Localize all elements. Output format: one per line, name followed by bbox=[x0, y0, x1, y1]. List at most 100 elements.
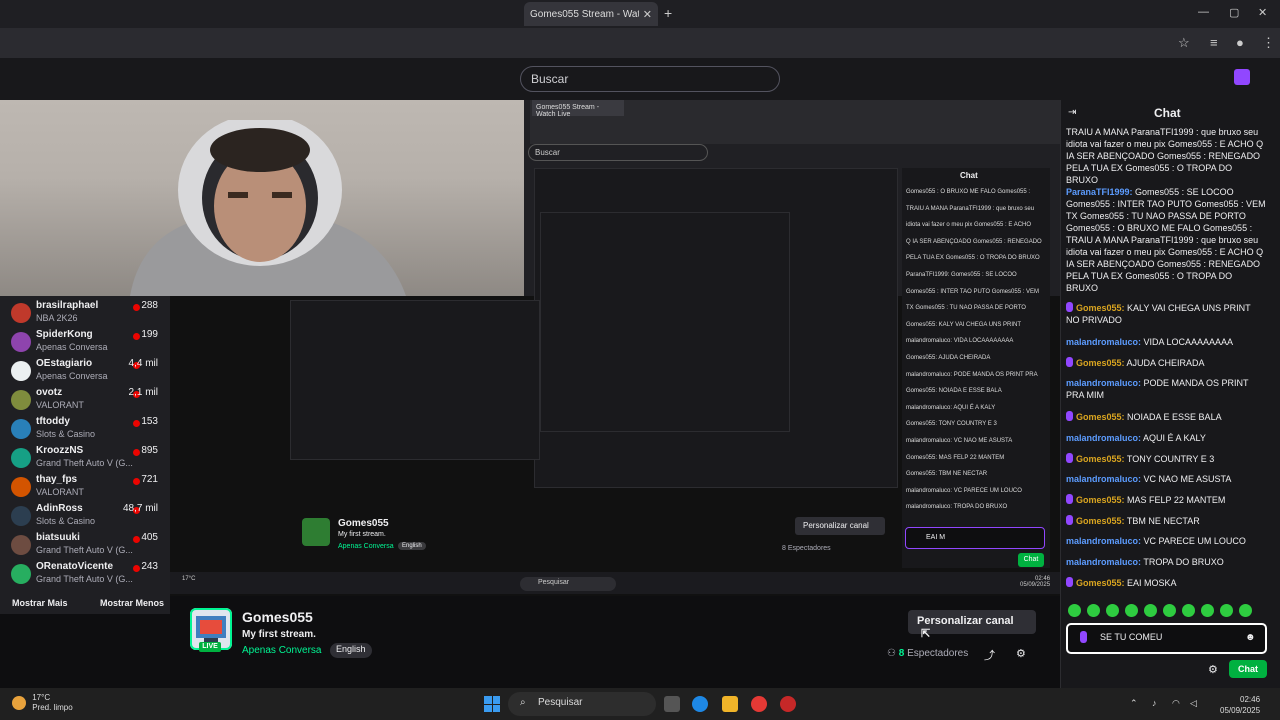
chat-username[interactable]: Gomes055: bbox=[1076, 516, 1125, 526]
sidebar-channel[interactable]: thay_fps VALORANT 721 bbox=[0, 474, 170, 502]
nested-chat-line: ParanaTFI1999: Gomes055 : SE LOCOO bbox=[906, 272, 1017, 278]
bookmark-star-icon[interactable]: ☆ bbox=[1178, 35, 1190, 51]
chat-username[interactable]: Gomes055: bbox=[1076, 303, 1125, 313]
chrome-icon[interactable] bbox=[751, 696, 767, 712]
sidebar-channel[interactable]: KroozzNS Grand Theft Auto V (G... 895 bbox=[0, 445, 170, 473]
app-icon[interactable] bbox=[780, 696, 796, 712]
chat-text: Gomes055 : SE LOCOO Gomes055 : INTER TAO… bbox=[1066, 187, 1266, 293]
clock-date: 05/09/2025 bbox=[1220, 706, 1261, 715]
search-input[interactable]: Buscar bbox=[520, 66, 780, 92]
nested-viewers: 8 Espectadores bbox=[782, 545, 831, 552]
follow-settings-icon[interactable]: ⚙ bbox=[1016, 647, 1026, 660]
chat-username[interactable]: malandromaluco: bbox=[1066, 337, 1141, 347]
chat-message: Gomes055: TONY COUNTRY E 3 bbox=[1066, 453, 1266, 465]
sidebar-channel[interactable]: OEstagiario Apenas Conversa 4,4 mil bbox=[0, 358, 170, 386]
chat-message: Gomes055: TBM NE NECTAR bbox=[1066, 515, 1266, 527]
sidebar-channel[interactable]: tftoddy Slots & Casino 153 bbox=[0, 416, 170, 444]
chat-username[interactable]: malandromaluco: bbox=[1066, 378, 1141, 388]
edge-icon[interactable] bbox=[692, 696, 708, 712]
sidebar-channel[interactable]: ORenatoVicente Grand Theft Auto V (G... 24… bbox=[0, 561, 170, 589]
channel-category: Grand Theft Auto V (G... bbox=[36, 458, 133, 468]
taskbar-search-label: Pesquisar bbox=[538, 697, 583, 708]
live-dot-icon bbox=[133, 333, 140, 340]
reading-list-icon[interactable]: ≡ bbox=[1210, 35, 1218, 50]
nested-chat-line: Q IA SER ABENÇOADO Gomes055 : RENEGADO bbox=[906, 238, 1042, 245]
emote-icon[interactable] bbox=[1087, 604, 1100, 617]
browser-menu-icon[interactable]: ⋮ bbox=[1262, 35, 1275, 51]
emote-icon[interactable] bbox=[1239, 604, 1252, 617]
customize-channel-button[interactable]: Personalizar canal ⇱ bbox=[908, 610, 1036, 640]
volume-icon[interactable]: ◁ bbox=[1190, 698, 1197, 709]
language-tag[interactable]: English bbox=[330, 643, 372, 658]
nested-category: Apenas Conversa bbox=[338, 543, 394, 550]
chat-username[interactable]: malandromaluco: bbox=[1066, 557, 1141, 567]
profile-icon[interactable]: ● bbox=[1236, 35, 1244, 50]
search-icon: ⌕ bbox=[520, 697, 526, 708]
stream-category[interactable]: Apenas Conversa bbox=[242, 645, 322, 656]
streamer-name[interactable]: Gomes055 bbox=[242, 609, 313, 625]
browser-tab[interactable]: Gomes055 Stream - Watch Live ✕ bbox=[524, 2, 658, 26]
emote-picker-icon[interactable]: ☻ bbox=[1245, 632, 1256, 643]
share-icon[interactable]: ⤴ bbox=[984, 647, 995, 663]
sidebar-channel[interactable]: biatsuuki Grand Theft Auto V (G... 405 bbox=[0, 532, 170, 560]
taskbar-search[interactable]: ⌕ Pesquisar bbox=[508, 692, 656, 716]
chat-text: VC PARECE UM LOUCO bbox=[1141, 536, 1246, 546]
chat-username[interactable]: malandromaluco: bbox=[1066, 433, 1141, 443]
nested-chat-line: Gomes055 : INTER TAO PUTO Gomes055 : VEM bbox=[906, 288, 1040, 295]
emote-icon[interactable] bbox=[1125, 604, 1138, 617]
emote-icon[interactable] bbox=[1144, 604, 1157, 617]
channel-name: KroozzNS bbox=[36, 445, 84, 456]
emote-icon[interactable] bbox=[1220, 604, 1233, 617]
channel-category: VALORANT bbox=[36, 400, 84, 410]
chat-username[interactable]: Gomes055: bbox=[1076, 578, 1125, 588]
sidebar-channel[interactable]: ovotz VALORANT 2,1 mil bbox=[0, 387, 170, 415]
mic-badge-icon bbox=[1066, 515, 1073, 525]
emote-icon[interactable] bbox=[1201, 604, 1214, 617]
chat-message: Gomes055: EAI MOSKA bbox=[1066, 577, 1266, 589]
chat-input-value[interactable]: SE TU COMEU bbox=[1100, 632, 1162, 642]
weather-widget[interactable]: 17°C Pred. limpo bbox=[12, 693, 73, 713]
sidebar-channel[interactable]: AdinRoss Slots & Casino 48,7 mil bbox=[0, 503, 170, 531]
extension-icon[interactable] bbox=[1234, 69, 1250, 85]
mic-tray-icon[interactable]: ♪ bbox=[1152, 698, 1157, 708]
sidebar-channel[interactable]: SpiderKong Apenas Conversa 199 bbox=[0, 329, 170, 357]
emote-icon[interactable] bbox=[1163, 604, 1176, 617]
chat-input[interactable] bbox=[1066, 623, 1267, 654]
wifi-icon[interactable]: ◠ bbox=[1172, 698, 1180, 709]
screen: Gomes055 Stream - Watch Live ✕ + — ▢ ✕ ☆… bbox=[0, 0, 1280, 720]
new-tab-icon[interactable]: + bbox=[664, 5, 672, 21]
channel-avatar bbox=[11, 564, 31, 584]
task-view-icon[interactable] bbox=[664, 696, 680, 712]
minimize-icon[interactable]: — bbox=[1198, 6, 1209, 18]
show-less-link[interactable]: Mostrar Menos bbox=[100, 598, 164, 608]
tray-chevron-icon[interactable]: ⌃ bbox=[1130, 698, 1138, 709]
chat-message: malandromaluco: VC PARECE UM LOUCO bbox=[1066, 535, 1266, 547]
file-explorer-icon[interactable] bbox=[722, 696, 738, 712]
send-chat-button[interactable]: Chat bbox=[1229, 660, 1267, 678]
chat-username[interactable]: malandromaluco: bbox=[1066, 474, 1141, 484]
system-clock[interactable]: 02:46 05/09/2025 bbox=[1220, 694, 1260, 716]
show-more-link[interactable]: Mostrar Mais bbox=[12, 598, 68, 608]
chat-username[interactable]: Gomes055: bbox=[1076, 454, 1125, 464]
start-button[interactable] bbox=[484, 696, 500, 712]
chat-message: TRAIU A MANA ParanaTFI1999 : que bruxo s… bbox=[1066, 126, 1266, 186]
viewer-number: 8 bbox=[898, 648, 905, 659]
close-tab-icon[interactable]: ✕ bbox=[643, 8, 652, 21]
emote-icon[interactable] bbox=[1182, 604, 1195, 617]
chat-username[interactable]: Gomes055: bbox=[1076, 495, 1125, 505]
chat-username[interactable]: ParanaTFI1999: bbox=[1066, 187, 1133, 197]
live-dot-icon bbox=[133, 478, 140, 485]
chat-username[interactable]: malandromaluco: bbox=[1066, 536, 1141, 546]
channel-viewers: 153 bbox=[141, 416, 158, 427]
maximize-icon[interactable]: ▢ bbox=[1229, 6, 1239, 19]
emote-icon[interactable] bbox=[1106, 604, 1119, 617]
nested-stream-title: My first stream. bbox=[338, 531, 386, 538]
followed-channels-sidebar: brasilraphael NBA 2K26 288 SpiderKong Apenas… bbox=[0, 296, 170, 614]
collapse-chat-icon[interactable]: ⇥ bbox=[1068, 107, 1076, 118]
chat-username[interactable]: Gomes055: bbox=[1076, 358, 1125, 368]
sidebar-channel[interactable]: brasilraphael NBA 2K26 288 bbox=[0, 300, 170, 328]
close-window-icon[interactable]: ✕ bbox=[1258, 6, 1267, 19]
chat-settings-icon[interactable]: ⚙ bbox=[1208, 663, 1218, 676]
chat-username[interactable]: Gomes055: bbox=[1076, 412, 1125, 422]
emote-icon[interactable] bbox=[1068, 604, 1081, 617]
